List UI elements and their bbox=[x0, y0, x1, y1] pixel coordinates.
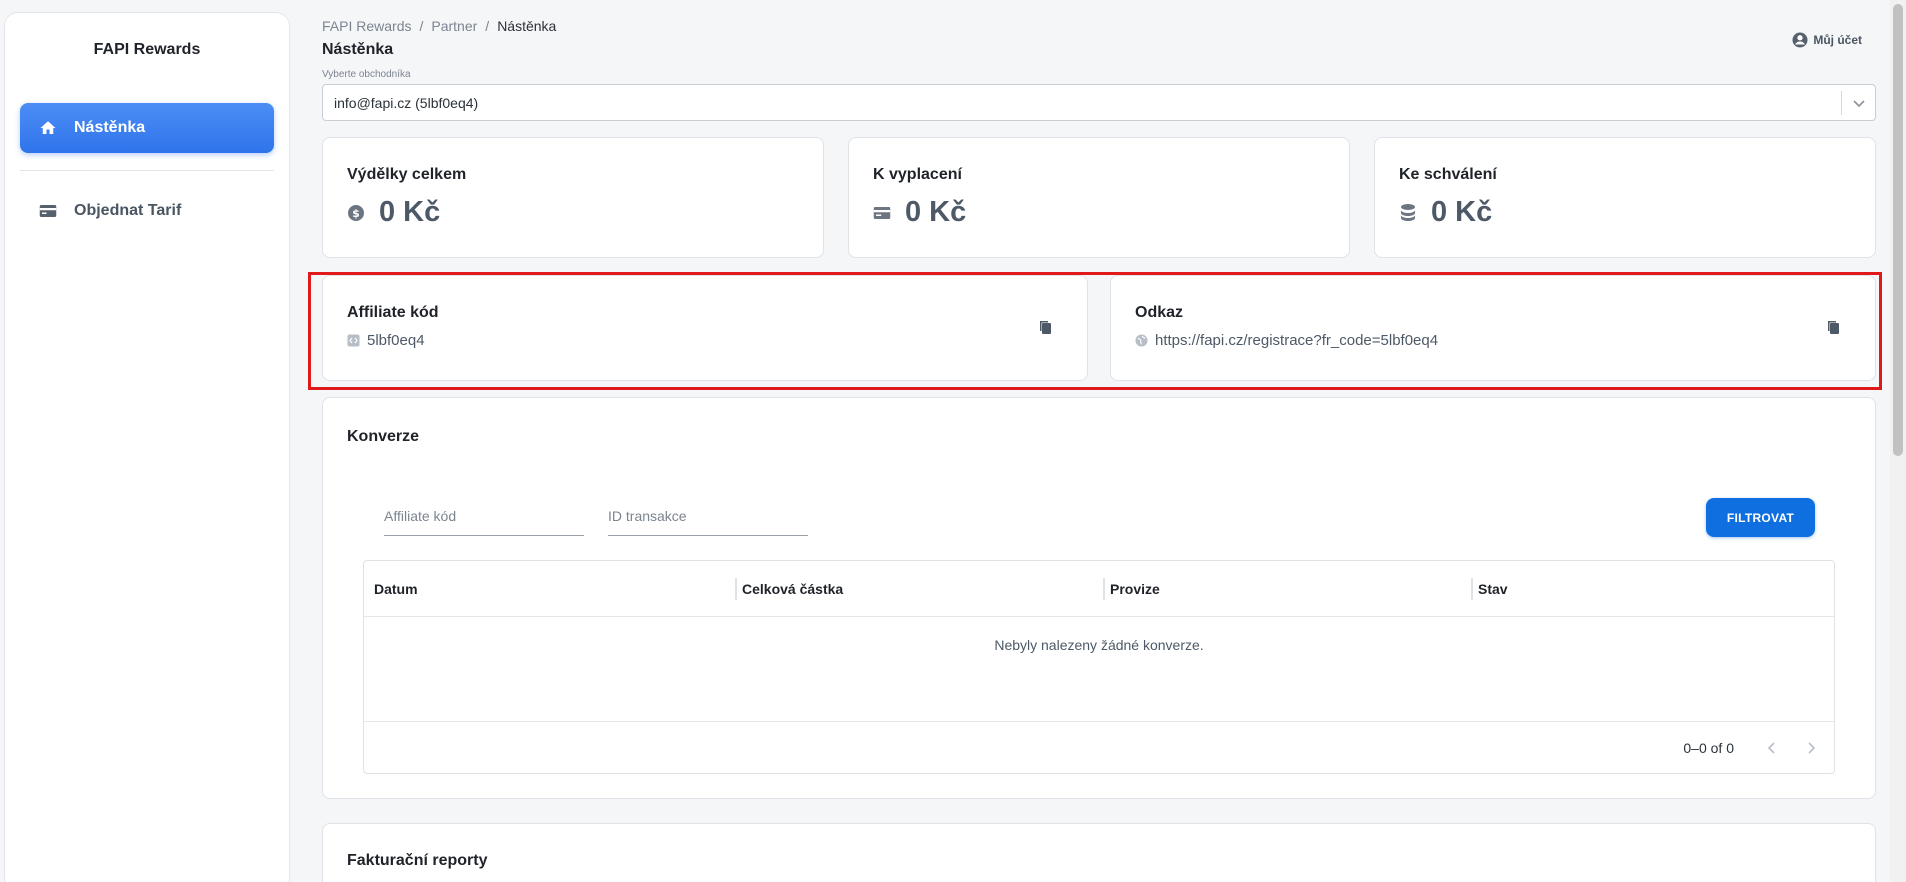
user-circle-icon bbox=[1791, 31, 1809, 49]
stat-label: Výdělky celkem bbox=[347, 166, 467, 183]
stat-card-pending-approval: Ke schválení 0 Kč bbox=[1374, 137, 1876, 258]
credit-card-icon bbox=[873, 204, 891, 222]
my-account-label: Můj účet bbox=[1813, 33, 1862, 47]
sidebar-item-dashboard[interactable]: Nástěnka bbox=[20, 103, 274, 153]
breadcrumb-item[interactable]: Partner bbox=[431, 18, 477, 34]
breadcrumb-item[interactable]: FAPI Rewards bbox=[322, 18, 411, 34]
conversions-table: Datum Celková částka Provize Stav Nebyly… bbox=[363, 560, 1835, 774]
table-header: Datum Celková částka Provize Stav bbox=[364, 561, 1834, 617]
filter-button[interactable]: FILTROVAT bbox=[1706, 498, 1815, 537]
merchant-select[interactable]: info@fapi.cz (5lbf0eq4) bbox=[322, 84, 1876, 121]
stat-value: 0 Kč bbox=[905, 196, 967, 228]
affiliate-code-card: Affiliate kód 5lbf0eq4 bbox=[322, 275, 1088, 381]
column-header-label: Provize bbox=[1110, 581, 1160, 597]
dollar-circle-icon: $ bbox=[347, 204, 365, 222]
affiliate-code-value: 5lbf0eq4 bbox=[367, 332, 425, 349]
copy-icon[interactable] bbox=[1037, 319, 1053, 335]
referral-link-card: Odkaz https://fapi.cz/registrace?fr_code… bbox=[1110, 275, 1876, 381]
stat-value: 0 Kč bbox=[1431, 196, 1493, 228]
sidebar-item-label: Objednat Tarif bbox=[74, 202, 182, 219]
stat-label: K vyplacení bbox=[873, 166, 962, 183]
column-header-total-amount[interactable]: Celková částka bbox=[735, 561, 844, 617]
pagination-info: 0–0 of 0 bbox=[1683, 740, 1734, 756]
referral-link-value[interactable]: https://fapi.cz/registrace?fr_code=5lbf0… bbox=[1155, 332, 1438, 349]
conversions-title: Konverze bbox=[347, 428, 420, 445]
card-icon bbox=[38, 201, 58, 221]
sidebar: FAPI Rewards Nástěnka Objednat Tarif bbox=[4, 12, 290, 882]
invoices-card: Fakturační reporty bbox=[322, 823, 1876, 882]
next-page-icon[interactable] bbox=[1799, 736, 1823, 760]
copy-icon[interactable] bbox=[1825, 319, 1841, 335]
home-icon bbox=[38, 118, 58, 138]
conversions-card: Konverze Affiliate kód ID transakce FILT… bbox=[322, 397, 1876, 799]
stat-card-total-earnings: Výdělky celkem $ 0 Kč bbox=[322, 137, 824, 258]
coins-stack-icon bbox=[1399, 203, 1417, 222]
column-header-commission[interactable]: Provize bbox=[1103, 561, 1160, 617]
chevron-down-icon[interactable] bbox=[1841, 91, 1875, 115]
code-tag-icon bbox=[347, 334, 360, 347]
referral-link-label: Odkaz bbox=[1135, 304, 1184, 321]
stat-card-to-payout: K vyplacení 0 Kč bbox=[848, 137, 1350, 258]
column-header-date[interactable]: Datum bbox=[374, 561, 418, 617]
affiliate-code-input[interactable]: Affiliate kód bbox=[384, 492, 584, 536]
empty-message: Nebyly nalezeny žádné konverze. bbox=[364, 617, 1834, 722]
column-divider bbox=[1471, 578, 1473, 600]
brand-title: FAPI Rewards bbox=[93, 41, 201, 58]
page-scrollbar[interactable] bbox=[1890, 0, 1906, 882]
stat-label: Ke schválení bbox=[1399, 166, 1497, 183]
sidebar-item-order-plan[interactable]: Objednat Tarif bbox=[20, 186, 274, 236]
previous-page-icon[interactable] bbox=[1760, 736, 1784, 760]
column-header-label: Stav bbox=[1478, 581, 1508, 597]
stat-value: 0 Kč bbox=[379, 196, 441, 228]
table-footer: 0–0 of 0 bbox=[364, 722, 1834, 775]
scrollbar-thumb[interactable] bbox=[1893, 4, 1903, 456]
my-account-button[interactable]: Můj účet bbox=[1791, 31, 1862, 49]
column-header-status[interactable]: Stav bbox=[1471, 561, 1508, 617]
invoices-title: Fakturační reporty bbox=[347, 852, 488, 869]
affiliate-code-label: Affiliate kód bbox=[347, 304, 439, 321]
column-header-label: Celková částka bbox=[742, 581, 844, 597]
sidebar-divider bbox=[20, 170, 274, 171]
breadcrumb-separator: / bbox=[419, 18, 424, 34]
main-content: FAPI Rewards / Partner / Nástěnka Nástěnka M… bbox=[308, 0, 1882, 882]
transaction-id-input[interactable]: ID transakce bbox=[608, 492, 808, 536]
page-title: Nástěnka bbox=[322, 41, 394, 58]
globe-icon bbox=[1135, 334, 1148, 347]
merchant-select-value: info@fapi.cz (5lbf0eq4) bbox=[334, 94, 479, 111]
column-divider bbox=[1103, 578, 1105, 600]
breadcrumb: FAPI Rewards / Partner / Nástěnka bbox=[322, 18, 556, 34]
column-header-label: Datum bbox=[374, 581, 418, 597]
sidebar-item-label: Nástěnka bbox=[74, 119, 146, 136]
breadcrumb-current: Nástěnka bbox=[497, 18, 557, 34]
app-root: FAPI Rewards Nástěnka Objednat Tarif FAP… bbox=[0, 0, 1906, 882]
breadcrumb-separator: / bbox=[485, 18, 490, 34]
svg-text:$: $ bbox=[352, 207, 360, 220]
column-divider bbox=[735, 578, 737, 600]
merchant-select-label: Vyberte obchodníka bbox=[322, 69, 411, 80]
